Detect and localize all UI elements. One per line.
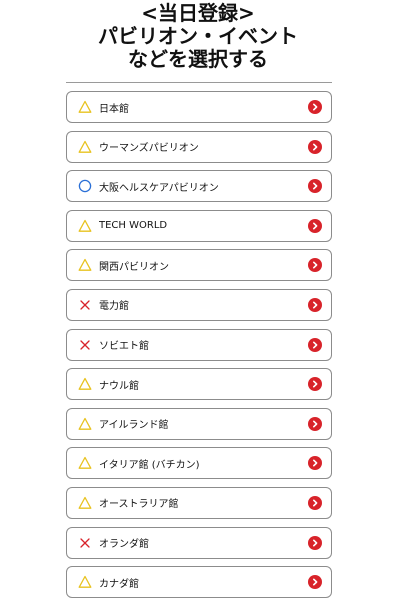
circle-status-icon: [77, 178, 93, 194]
pavilion-item[interactable]: 大阪ヘルスケアパビリオン: [66, 170, 332, 203]
pavilion-name: 日本館: [99, 103, 129, 115]
triangle-status-icon: [77, 416, 93, 432]
cross-status-icon: [77, 297, 93, 313]
pavilion-name: イタリア館 (バチカン): [99, 459, 200, 471]
pavilion-item[interactable]: オーストラリア館: [66, 486, 332, 519]
chevron-right-icon[interactable]: [308, 297, 322, 312]
pavilion-name: オーストラリア館: [99, 499, 179, 511]
header-divider: [66, 82, 332, 83]
pavilion-name: アイルランド館: [99, 420, 169, 432]
triangle-status-icon: [77, 218, 93, 234]
chevron-right-icon[interactable]: [308, 456, 322, 471]
pavilion-item[interactable]: イタリア館 (バチカン): [66, 447, 332, 480]
cross-status-icon: [77, 535, 93, 551]
chevron-right-icon[interactable]: [308, 179, 322, 194]
chevron-right-icon[interactable]: [308, 575, 322, 590]
triangle-status-icon: [77, 99, 93, 115]
pavilion-name: 電力館: [99, 301, 129, 313]
page-title-line-3: などを選択する: [128, 47, 268, 71]
pavilion-item[interactable]: ナウル館: [66, 368, 332, 401]
pavilion-item[interactable]: 関西パビリオン: [66, 249, 332, 282]
pavilion-name: 大阪ヘルスケアパビリオン: [99, 182, 219, 194]
chevron-right-icon[interactable]: [308, 337, 322, 352]
chevron-right-icon[interactable]: [308, 100, 322, 114]
pavilion-name: ソビエト館: [99, 341, 149, 353]
page-title-line-1: <当日登録>: [141, 1, 255, 25]
chevron-right-icon[interactable]: [308, 495, 322, 510]
pavilion-name: カナダ館: [99, 578, 139, 590]
triangle-status-icon: [77, 139, 93, 155]
triangle-status-icon: [77, 455, 93, 471]
triangle-status-icon: [77, 376, 93, 392]
pavilion-item[interactable]: TECH WORLD: [66, 209, 332, 242]
chevron-right-icon[interactable]: [308, 416, 322, 431]
pavilion-list: 日本館ウーマンズパビリオン大阪ヘルスケアパビリオン TECH WORLD 関西パビリ…: [66, 91, 332, 606]
pavilion-item[interactable]: ウーマンズパビリオン: [66, 130, 332, 163]
pavilion-name: TECH WORLD: [99, 220, 168, 232]
pavilion-item[interactable]: カナダ館: [66, 566, 332, 599]
pavilion-item[interactable]: アイルランド館: [66, 407, 332, 440]
triangle-status-icon: [77, 495, 93, 511]
pavilion-name: ナウル館: [99, 380, 139, 392]
pavilion-item[interactable]: オランダ館: [66, 526, 332, 559]
chevron-right-icon[interactable]: [308, 258, 322, 273]
chevron-right-icon[interactable]: [308, 139, 322, 154]
pavilion-name: ウーマンズパビリオン: [99, 143, 199, 155]
chevron-right-icon[interactable]: [308, 377, 322, 392]
pavilion-item[interactable]: ソビエト館: [66, 328, 332, 361]
chevron-right-icon[interactable]: [308, 535, 322, 550]
pavilion-name: オランダ館: [99, 539, 149, 551]
pavilion-item[interactable]: 日本館: [66, 91, 332, 123]
cross-status-icon: [77, 337, 93, 353]
pavilion-name: 関西パビリオン: [99, 261, 169, 273]
chevron-right-icon[interactable]: [308, 218, 322, 233]
pavilion-item[interactable]: 電力館: [66, 288, 332, 321]
page-header: <当日登録> パビリオン・イベント などを選択する: [0, 2, 396, 71]
triangle-status-icon: [77, 574, 93, 590]
triangle-status-icon: [77, 257, 93, 273]
page-title-line-2: パビリオン・イベント: [98, 24, 298, 48]
